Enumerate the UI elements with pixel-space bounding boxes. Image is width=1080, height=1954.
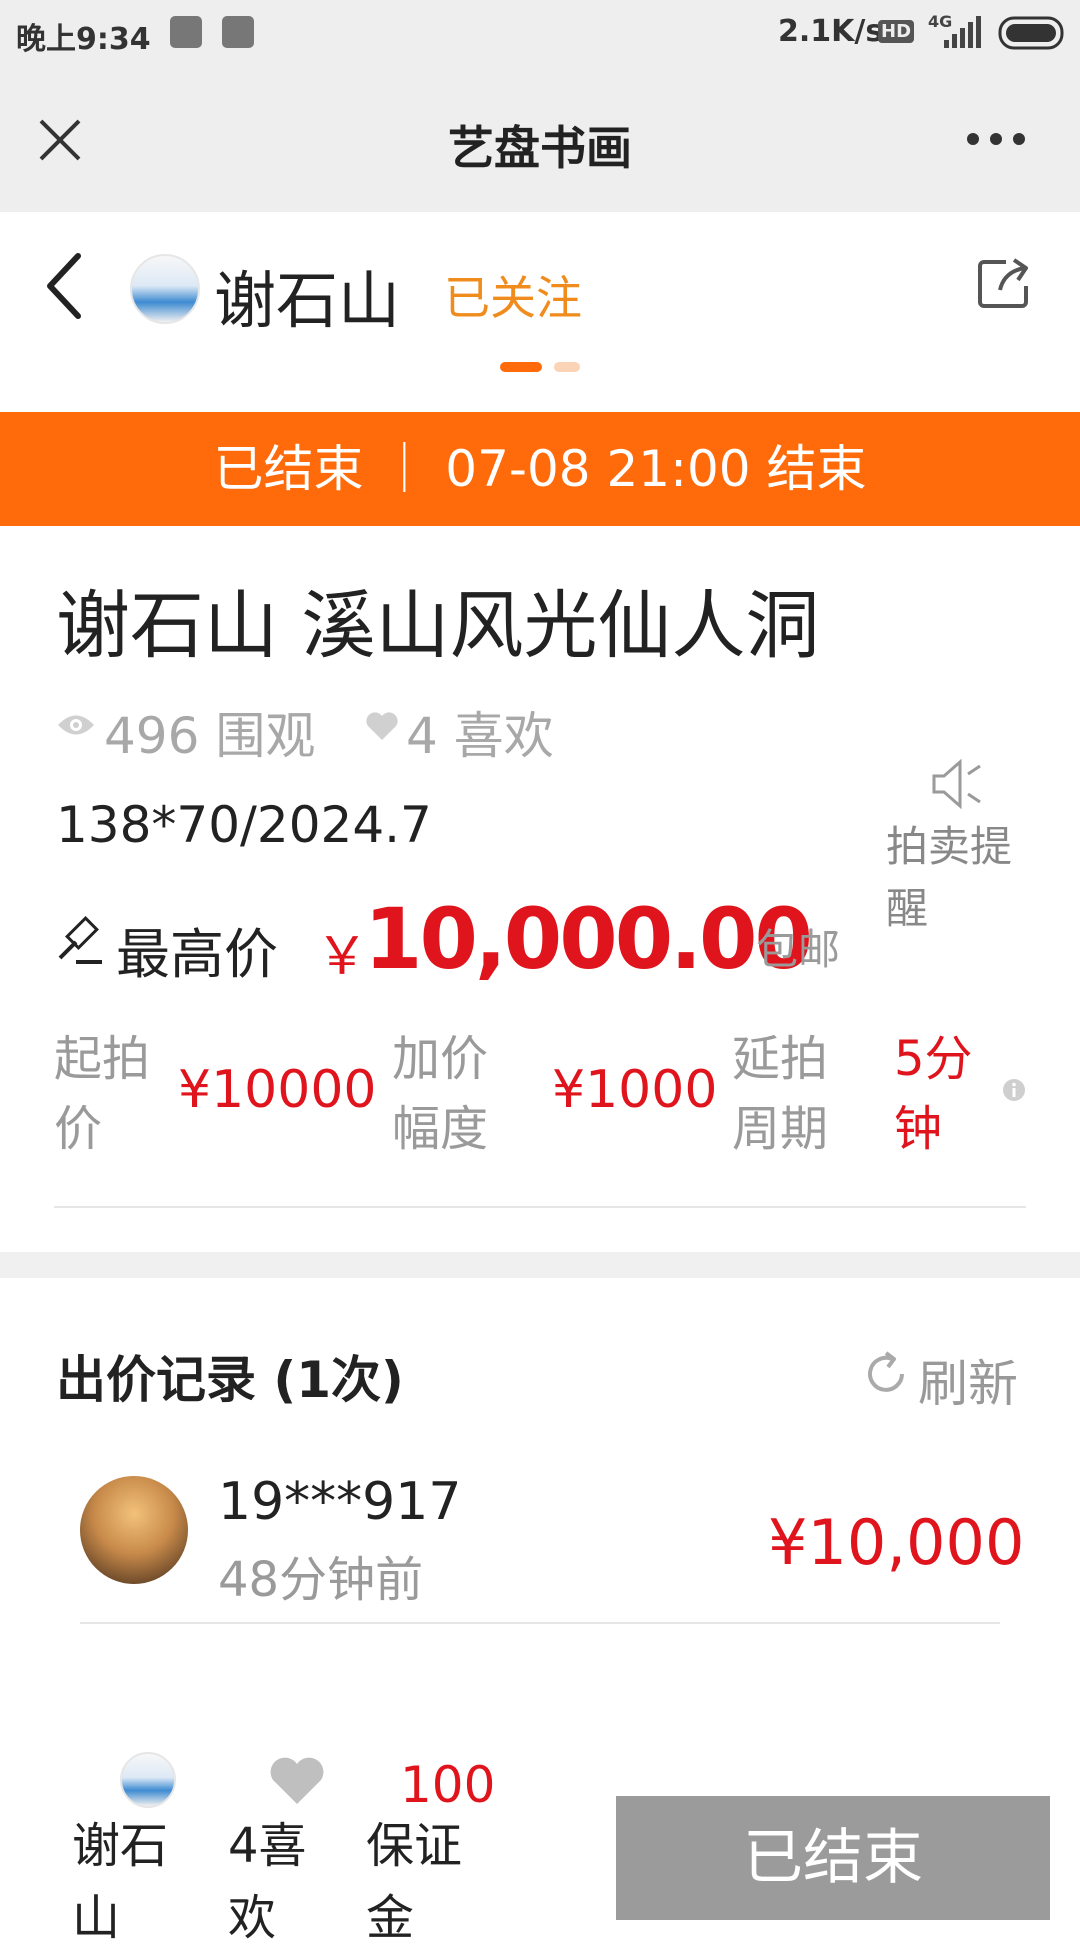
- auction-status-banner: 已结束 ｜ 07-08 21:00 结束: [0, 412, 1080, 526]
- info-icon[interactable]: [1002, 1078, 1026, 1102]
- item-title: 谢石山 溪山风光仙人洞: [56, 583, 820, 669]
- shipping-label: 包邮: [756, 925, 841, 974]
- page-indicator-inactive: [554, 362, 580, 372]
- bid-divider: [80, 1622, 1000, 1624]
- status-bar: 晚上9:34 2.1K/s HD 4G: [0, 0, 1080, 66]
- start-price-value: ¥10000: [178, 1060, 377, 1120]
- start-price-label: 起拍价: [54, 1031, 151, 1157]
- bid-record-row: 19***917 48分钟前 ¥10,000: [0, 1460, 1080, 1630]
- bid-amount: ¥10,000: [768, 1506, 1025, 1579]
- bottom-seller-label[interactable]: 谢石山: [72, 1810, 192, 1954]
- signal-icon: [944, 16, 981, 48]
- follow-status[interactable]: 已关注: [444, 262, 582, 328]
- seller-avatar[interactable]: [130, 254, 200, 324]
- increment-label: 加价幅度: [392, 1031, 489, 1157]
- deposit-amount: 100: [400, 1756, 496, 1814]
- seller-header: 谢石山 已关注: [0, 212, 1080, 412]
- extend-value: 5分钟: [894, 1031, 973, 1157]
- refresh-icon[interactable]: [862, 1350, 910, 1398]
- like-heart-icon[interactable]: [268, 1756, 326, 1806]
- view-count: 496 围观: [104, 707, 316, 765]
- notification-icon: [170, 16, 202, 48]
- section-gap: [0, 1252, 1080, 1278]
- status-time: 晚上9:34: [16, 22, 151, 57]
- battery-icon: [998, 16, 1064, 50]
- share-icon[interactable]: [976, 256, 1032, 312]
- page-title: 艺盘书画: [448, 121, 632, 175]
- bidder-name: 19***917: [218, 1472, 462, 1532]
- info-divider: [54, 1206, 1026, 1208]
- speaker-icon[interactable]: [928, 756, 984, 812]
- bottom-seller-avatar[interactable]: [120, 1752, 176, 1808]
- page-indicator-active: [500, 362, 542, 372]
- bid-records-title: 出价记录 (1次): [56, 1351, 404, 1409]
- network-speed: 2.1K/s: [778, 14, 884, 49]
- bidder-avatar: [80, 1476, 188, 1584]
- item-specs: 138*70/2024.7: [56, 796, 432, 854]
- auction-ended-button[interactable]: 已结束: [616, 1796, 1050, 1920]
- extend-label: 延拍周期: [732, 1031, 829, 1157]
- seller-name[interactable]: 谢石山: [214, 250, 400, 340]
- eye-icon: [58, 715, 94, 735]
- price-currency: ￥: [316, 927, 369, 987]
- heart-icon: [366, 712, 398, 740]
- mi-icon: [222, 16, 254, 48]
- like-count: 4 喜欢: [406, 707, 554, 765]
- back-icon[interactable]: [44, 252, 84, 320]
- bottom-like-label[interactable]: 4喜欢: [228, 1810, 338, 1954]
- highest-price: 10,000.00: [364, 890, 813, 988]
- bid-time: 48分钟前: [218, 1552, 424, 1608]
- auction-remind-button[interactable]: 拍卖提醒: [886, 816, 1026, 940]
- deposit-label: 保证金: [366, 1818, 463, 1946]
- title-bar: 艺盘书画: [0, 66, 1080, 212]
- gavel-icon: [58, 916, 102, 964]
- price-label: 最高价: [116, 923, 278, 986]
- refresh-button[interactable]: 刷新: [918, 1344, 1018, 1416]
- increment-value: ¥1000: [552, 1060, 718, 1120]
- more-icon[interactable]: [966, 132, 1026, 146]
- hd-badge: HD: [878, 20, 915, 43]
